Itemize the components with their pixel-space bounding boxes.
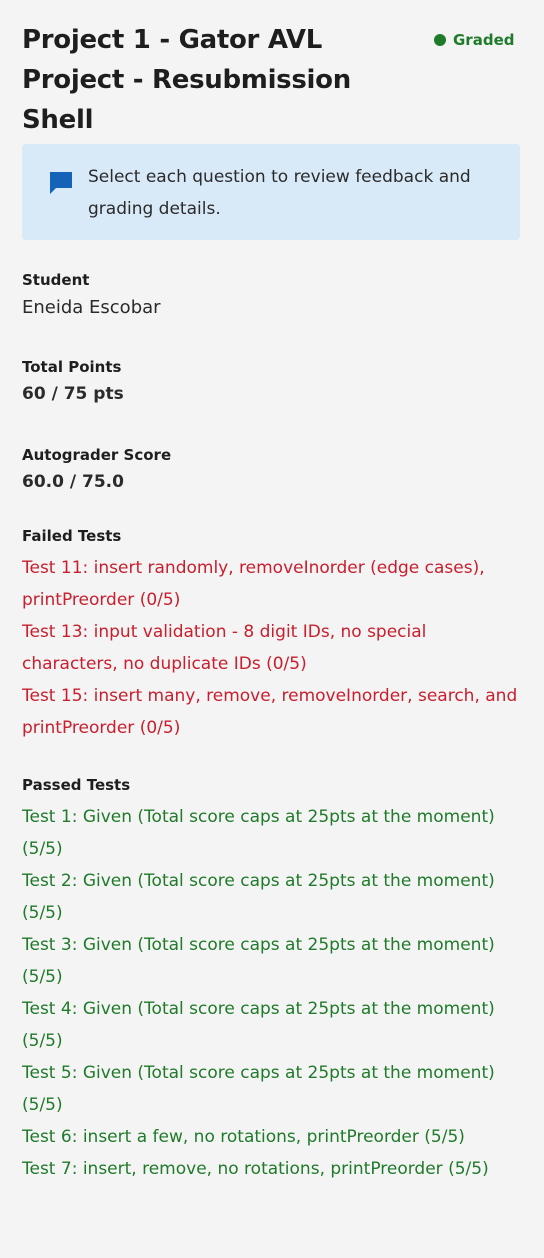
passed-test-item: Test 1: Given (Total score caps at 25pts… bbox=[22, 807, 495, 859]
feedback-notice: Select each question to review feedback … bbox=[22, 144, 520, 240]
status-dot-icon bbox=[434, 34, 446, 46]
passed-tests-list: Test 1: Given (Total score caps at 25pts… bbox=[22, 801, 520, 1185]
assignment-title: Project 1 - Gator AVL Project - Resubmis… bbox=[22, 25, 351, 135]
status-label: Graded bbox=[453, 31, 515, 49]
passed-tests-section: Passed Tests Test 1: Given (Total score … bbox=[22, 773, 520, 1185]
chat-bubble-icon bbox=[50, 172, 72, 194]
graded-status: Graded bbox=[434, 31, 514, 49]
passed-test-item: Test 6: insert a few, no rotations, prin… bbox=[22, 1127, 465, 1147]
passed-test-item: Test 4: Given (Total score caps at 25pts… bbox=[22, 999, 495, 1051]
student-section: Student Eneida Escobar bbox=[22, 268, 520, 324]
autograder-score: 60.0 / 75.0 bbox=[22, 472, 124, 492]
student-label: Student bbox=[22, 271, 90, 289]
passed-test-item: Test 5: Given (Total score caps at 25pts… bbox=[22, 1063, 495, 1115]
failed-test-item: Test 15: insert many, remove, removeInor… bbox=[22, 686, 518, 738]
failed-tests-section: Failed Tests Test 11: insert randomly, r… bbox=[22, 524, 520, 744]
autograder-section: Autograder Score 60.0 / 75.0 bbox=[22, 443, 520, 497]
autograder-label: Autograder Score bbox=[22, 446, 172, 464]
failed-test-item: Test 11: insert randomly, removeInorder … bbox=[22, 558, 485, 610]
failed-tests-label: Failed Tests bbox=[22, 527, 122, 545]
total-points-label: Total Points bbox=[22, 358, 122, 376]
total-points-section: Total Points 60 / 75 pts bbox=[22, 355, 520, 409]
failed-tests-list: Test 11: insert randomly, removeInorder … bbox=[22, 552, 520, 744]
failed-test-item: Test 13: input validation - 8 digit IDs,… bbox=[22, 622, 427, 674]
student-name: Eneida Escobar bbox=[22, 297, 161, 318]
passed-test-item: Test 3: Given (Total score caps at 25pts… bbox=[22, 935, 495, 987]
assignment-header: Project 1 - Gator AVL Project - Resubmis… bbox=[22, 0, 520, 135]
passed-test-item: Test 7: insert, remove, no rotations, pr… bbox=[22, 1159, 489, 1179]
notice-text: Select each question to review feedback … bbox=[88, 167, 471, 219]
passed-test-item: Test 2: Given (Total score caps at 25pts… bbox=[22, 871, 495, 923]
passed-tests-label: Passed Tests bbox=[22, 776, 131, 794]
grading-panel: Project 1 - Gator AVL Project - Resubmis… bbox=[22, 0, 520, 1179]
total-points-value: 60 / 75 pts bbox=[22, 384, 124, 404]
